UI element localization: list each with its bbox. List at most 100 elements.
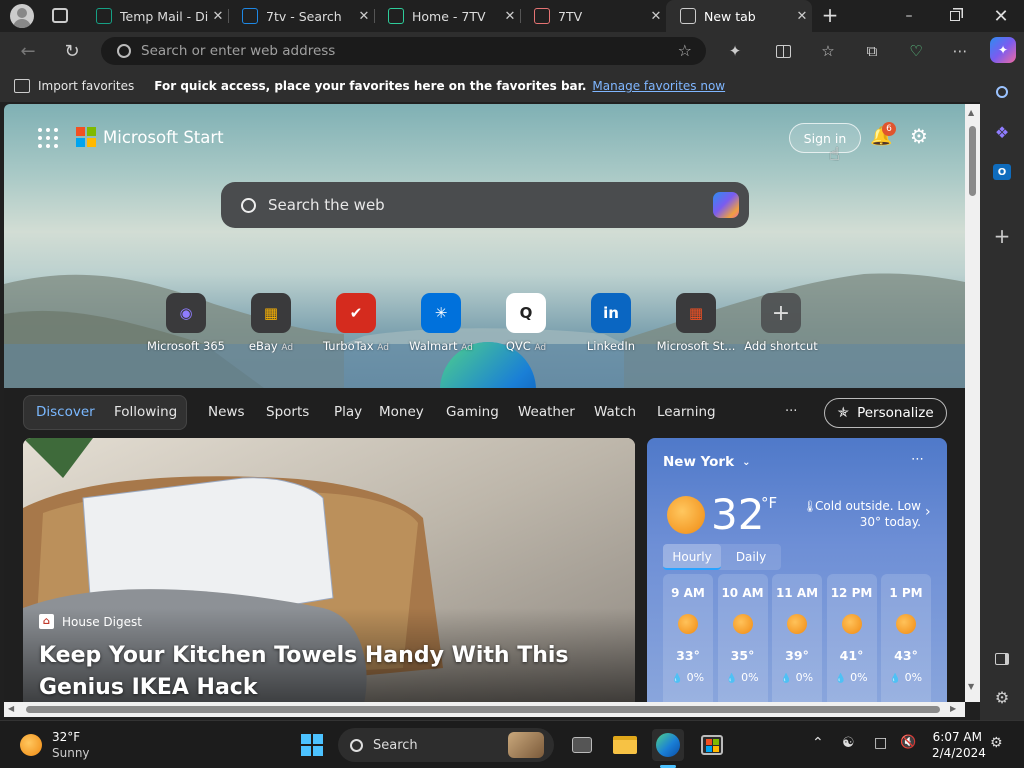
hourly-forecast-item[interactable]: 1 PM 43° 💧 0% [881, 574, 931, 702]
favorite-star-icon[interactable]: ☆ [678, 41, 692, 60]
browser-tab[interactable]: 7TV ✕ [520, 0, 666, 32]
minimize-button[interactable]: – [886, 0, 932, 32]
feed-tab-weather[interactable]: Weather [518, 404, 575, 420]
import-favorites-icon[interactable] [14, 79, 30, 93]
taskbar-weather[interactable]: 32°F Sunny [20, 729, 90, 761]
browser-essentials-icon[interactable]: ♡ [904, 39, 928, 63]
extensions-icon[interactable]: ✦ [723, 39, 747, 63]
display-icon[interactable]: □ [874, 735, 887, 751]
hourly-forecast-item[interactable]: 10 AM 35° 💧 0% [717, 574, 768, 702]
tab-hourly[interactable]: Hourly [663, 544, 721, 570]
outlook-icon[interactable]: O [990, 160, 1014, 184]
feed-tab-money[interactable]: Money [379, 404, 424, 420]
feed-tab-watch[interactable]: Watch [594, 404, 636, 420]
shortcut-tile[interactable]: ✳ Walmart Ad [393, 293, 489, 353]
profile-avatar[interactable] [10, 4, 34, 28]
app-launcher-icon[interactable] [38, 128, 58, 148]
restore-button[interactable] [932, 0, 978, 32]
address-bar[interactable]: Search or enter web address ☆ [101, 37, 706, 65]
microsoft-start-logo[interactable]: Microsoft Start [76, 127, 224, 147]
feed-tab-discover[interactable]: Discover [36, 404, 95, 420]
hourly-forecast-item[interactable]: 9 AM 33° 💧 0% [663, 574, 713, 702]
shortcut-tile[interactable]: ✔ TurboTax Ad [308, 293, 404, 353]
copilot-search-icon[interactable] [713, 192, 739, 218]
back-icon[interactable]: ← [16, 39, 40, 63]
close-window-button[interactable]: ✕ [978, 0, 1024, 32]
task-view-icon[interactable] [566, 729, 598, 761]
favorites-icon[interactable]: ☆ [816, 39, 840, 63]
feed-tab-news[interactable]: News [208, 404, 244, 420]
settings-more-icon[interactable]: ⋯ [948, 39, 972, 63]
page-settings-icon[interactable]: ⚙ [910, 124, 928, 148]
hourly-forecast-item[interactable]: 12 PM 41° 💧 0% [826, 574, 877, 702]
browser-tab[interactable]: New tab ✕ [666, 0, 812, 32]
add-sidebar-app-icon[interactable]: + [990, 224, 1014, 248]
hourly-forecast-item[interactable]: 11 AM 39° 💧 0% [772, 574, 822, 702]
web-search-box[interactable]: Search the web [221, 182, 749, 228]
manage-favorites-link[interactable]: Manage favorites now [592, 79, 725, 93]
scroll-up-arrow[interactable]: ▲ [968, 108, 974, 117]
sidebar-settings-icon[interactable]: ⚙ [990, 685, 1014, 709]
new-tab-button[interactable]: + [818, 4, 842, 28]
refresh-icon[interactable]: ↻ [60, 39, 84, 63]
show-hidden-icons[interactable]: ⌃ [812, 735, 824, 751]
notification-center-icon[interactable]: ⚙ [990, 735, 1003, 751]
shortcut-tile[interactable]: Q QVC Ad [478, 293, 574, 353]
shortcut-tile[interactable]: + Add shortcut [733, 293, 829, 353]
raindrop-icon: 💧 [671, 674, 684, 684]
sidebar-copilot-icon[interactable]: ❖ [990, 120, 1014, 144]
clock[interactable]: 6:07 AM 2/4/2024 [932, 729, 986, 761]
weather-more-icon[interactable]: ⋯ [911, 452, 924, 467]
tab-actions-icon[interactable] [52, 8, 68, 23]
article-source[interactable]: ⌂ House Digest [39, 614, 142, 629]
close-tab-icon[interactable]: ✕ [500, 9, 520, 24]
edge-taskbar-icon[interactable] [652, 729, 684, 761]
hide-sidebar-icon[interactable] [990, 647, 1014, 671]
start-button[interactable] [296, 729, 328, 761]
weather-location-picker[interactable]: New York ⌄ [663, 454, 750, 470]
scroll-left-arrow[interactable]: ◀ [8, 704, 14, 713]
copilot-icon[interactable]: ✦ [990, 37, 1016, 63]
sign-in-button[interactable]: Sign in [789, 123, 861, 153]
feed-tab-learning[interactable]: Learning [657, 404, 716, 420]
close-tab-icon[interactable]: ✕ [208, 9, 228, 24]
feed-tab-gaming[interactable]: Gaming [446, 404, 499, 420]
tab-daily[interactable]: Daily [721, 544, 781, 570]
file-explorer-icon[interactable] [609, 729, 641, 761]
feed-tab-play[interactable]: Play [334, 404, 362, 420]
import-favorites-button[interactable]: Import favorites [38, 79, 134, 93]
feed-tab-sports[interactable]: Sports [266, 404, 309, 420]
browser-tab[interactable]: 7tv - Search ✕ [228, 0, 374, 32]
volume-muted-icon[interactable]: 🔇 [900, 735, 916, 750]
close-tab-icon[interactable]: ✕ [646, 9, 666, 24]
taskbar-search[interactable]: Search [338, 728, 554, 762]
vertical-scroll-thumb[interactable] [969, 126, 976, 196]
ad-badge: Ad [281, 343, 294, 353]
shortcut-tile[interactable]: ◉ Microsoft 365 [138, 293, 234, 353]
scroll-down-arrow[interactable]: ▼ [968, 682, 974, 691]
horizontal-scroll-thumb[interactable] [26, 706, 940, 713]
search-icon [241, 197, 256, 213]
split-screen-icon[interactable] [771, 39, 795, 63]
shortcut-tile[interactable]: in LinkedIn [563, 293, 659, 353]
weather-card[interactable]: New York ⌄ ⋯ 32 °F 🌡 Cold outside. Low 3… [647, 438, 947, 702]
personalize-button[interactable]: ✯ Personalize [824, 398, 947, 428]
vertical-scrollbar[interactable]: ▲ ▼ [965, 104, 980, 702]
shortcut-tile[interactable]: ▦ Microsoft St... [648, 293, 744, 353]
close-tab-icon[interactable]: ✕ [354, 9, 374, 24]
more-tabs-button[interactable]: ··· [785, 404, 797, 419]
browser-tab[interactable]: Temp Mail - Dis ✕ [82, 0, 228, 32]
top-story-card[interactable]: ⌂ House Digest Keep Your Kitchen Towels … [23, 438, 635, 702]
browser-tab[interactable]: Home - 7TV ✕ [374, 0, 520, 32]
close-tab-icon[interactable]: ✕ [792, 9, 812, 24]
horizontal-scrollbar[interactable]: ◀ ▶ [4, 702, 965, 717]
microsoft-store-icon[interactable] [696, 729, 728, 761]
article-headline[interactable]: Keep Your Kitchen Towels Handy With This… [39, 640, 609, 702]
shortcut-tile[interactable]: ▦ eBay Ad [223, 293, 319, 353]
feed-tab-following[interactable]: Following [114, 404, 177, 420]
network-icon[interactable]: ☯ [842, 735, 855, 751]
scroll-right-arrow[interactable]: ▶ [950, 704, 956, 713]
sidebar-search-icon[interactable] [990, 80, 1014, 104]
chevron-right-icon[interactable]: › [925, 504, 931, 520]
collections-icon[interactable]: ⧉ [860, 39, 884, 63]
